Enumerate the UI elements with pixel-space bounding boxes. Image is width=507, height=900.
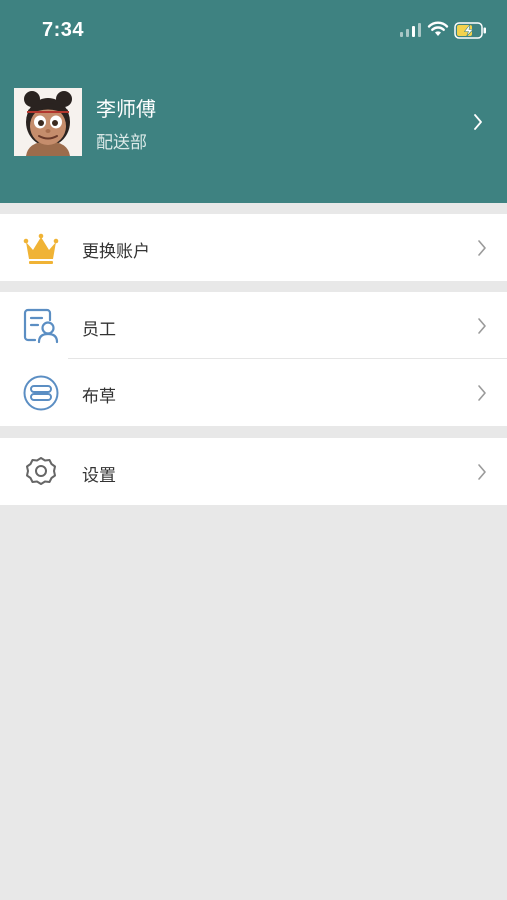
avatar[interactable]: [14, 88, 82, 156]
signal-icon: [400, 23, 421, 37]
profile-name: 李师傅: [96, 97, 156, 121]
settings-row[interactable]: 设置: [0, 438, 507, 505]
account-card: 更换账户: [0, 214, 507, 281]
management-card: 员工 布草: [0, 292, 507, 426]
staff-row[interactable]: 员工: [0, 292, 507, 359]
wifi-icon: [427, 21, 449, 36]
chevron-right-icon: [478, 318, 486, 334]
profile-department: 配送部: [96, 133, 147, 153]
settings-card: 设置: [0, 438, 507, 505]
gear-icon: [26, 457, 56, 485]
status-time: 7:34: [42, 19, 85, 41]
switch-account-row[interactable]: 更换账户: [0, 214, 507, 281]
status-bar: 7:34: [0, 0, 507, 60]
chevron-right-icon: [478, 464, 486, 480]
crown-icon: [23, 233, 59, 264]
chevron-right-icon: [474, 114, 482, 130]
cloth-row[interactable]: 布草: [0, 359, 507, 426]
chevron-right-icon: [478, 385, 486, 401]
settings-label: 设置: [82, 466, 116, 486]
profile-section[interactable]: 李师傅 配送部: [0, 88, 507, 158]
battery-charging-icon: [454, 22, 486, 39]
cloth-label: 布草: [82, 387, 116, 407]
staff-card-icon: [23, 308, 59, 344]
staff-label: 员工: [82, 320, 116, 340]
cloth-icon: [23, 375, 59, 411]
profile-header: 7:34 李师傅 配送部: [0, 0, 507, 203]
chevron-right-icon: [478, 240, 486, 256]
switch-account-label: 更换账户: [82, 242, 150, 262]
avatar-image: [14, 88, 82, 156]
